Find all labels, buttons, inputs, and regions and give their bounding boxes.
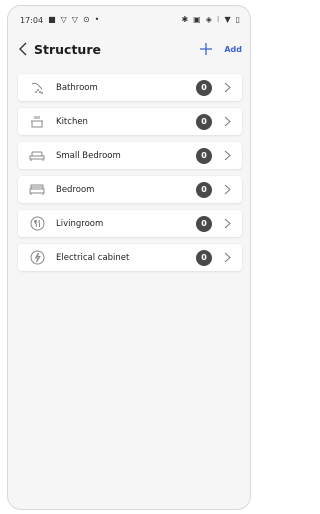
phone-frame: 17:04 ■ ▽ ▽ ⊙ • ✱ ▣ ◈ ⁝ ▼ ▯ Structure Ad… (7, 5, 251, 510)
pot-icon (28, 113, 46, 131)
bluetooth-icon: ✱ (181, 15, 189, 24)
shield-icon: ▽ (60, 15, 67, 24)
page-title: Structure (34, 41, 101, 57)
shower-icon (28, 79, 46, 97)
wifi-icon: ▼ (224, 15, 231, 24)
add-button[interactable]: Add (224, 45, 242, 54)
room-row-livingroom[interactable]: Livingroom 0 (18, 210, 242, 237)
room-label: Bathroom (56, 82, 98, 93)
device-count-badge: 0 (196, 113, 212, 130)
device-count-badge: 0 (196, 181, 212, 198)
small-bed-icon (28, 147, 46, 165)
room-label: Small Bedroom (56, 150, 121, 161)
chevron-right-icon (220, 81, 234, 95)
add-plus-button[interactable] (196, 39, 216, 59)
vibrate-icon: ◈ (205, 15, 212, 24)
chevron-right-icon (220, 217, 234, 231)
back-button[interactable] (14, 38, 32, 60)
room-row-small-bedroom[interactable]: Small Bedroom 0 (18, 142, 242, 169)
dot-icon: • (94, 15, 100, 24)
device-count-badge: 0 (196, 215, 212, 232)
room-row-electrical-cabinet[interactable]: Electrical cabinet 0 (18, 244, 242, 271)
bed-icon (28, 181, 46, 199)
chevron-right-icon (220, 183, 234, 197)
data-icon: ⁝ (216, 15, 220, 24)
status-time: 17:04 (20, 15, 44, 25)
room-row-bedroom[interactable]: Bedroom 0 (18, 176, 242, 203)
room-label: Electrical cabinet (56, 252, 130, 263)
chevron-right-icon (220, 149, 234, 163)
dining-icon (28, 215, 46, 233)
shield-icon: ▽ (71, 15, 78, 24)
header: Structure Add (8, 34, 250, 64)
chevron-right-icon (220, 115, 234, 129)
bolt-icon (28, 249, 46, 267)
chevron-right-icon (220, 251, 234, 265)
nfc-icon: ▣ (193, 15, 201, 24)
room-label: Kitchen (56, 116, 88, 127)
room-label: Livingroom (56, 218, 104, 229)
room-list: Bathroom 0 Kitchen 0 Small Bedroom 0 Bed… (8, 64, 250, 271)
location-icon: ⊙ (82, 15, 90, 24)
chevron-left-icon (19, 42, 27, 56)
room-label: Bedroom (56, 184, 95, 195)
device-count-badge: 0 (196, 249, 212, 266)
plus-icon (200, 43, 213, 55)
device-count-badge: 0 (196, 147, 212, 164)
room-row-bathroom[interactable]: Bathroom 0 (18, 74, 242, 101)
notification-icon: ■ (48, 15, 56, 24)
status-bar: 17:04 ■ ▽ ▽ ⊙ • ✱ ▣ ◈ ⁝ ▼ ▯ (8, 6, 250, 34)
device-count-badge: 0 (196, 79, 212, 96)
room-row-kitchen[interactable]: Kitchen 0 (18, 108, 242, 135)
battery-icon: ▯ (235, 15, 240, 24)
